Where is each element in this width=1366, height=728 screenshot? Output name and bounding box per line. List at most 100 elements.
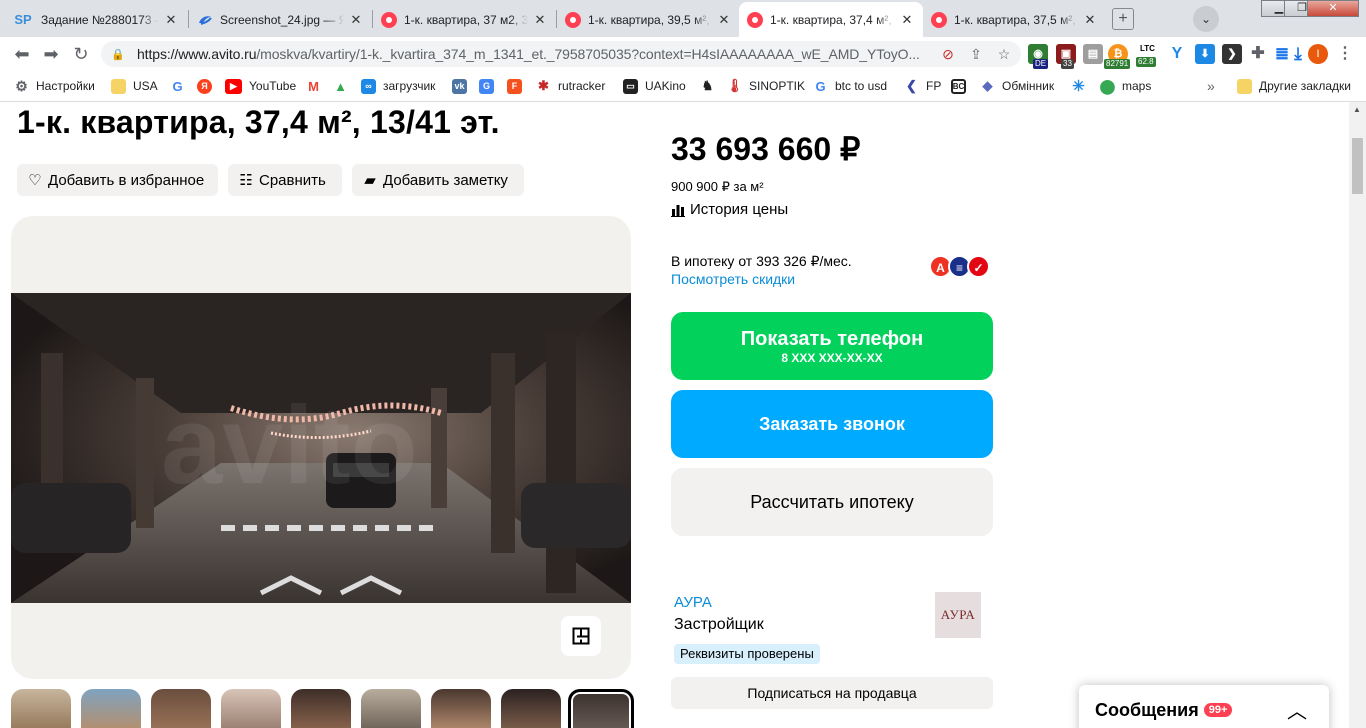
extensions-puzzle-icon[interactable]: ✚	[1248, 44, 1268, 64]
gallery-thumbnail[interactable]	[11, 689, 71, 728]
bookmark-settings[interactable]: ⚙ Настройки	[14, 77, 95, 95]
downloads-icon[interactable]: ⤓	[1288, 44, 1308, 64]
svg-text:avito: avito	[161, 384, 418, 507]
rutracker-icon: ✱	[538, 78, 549, 93]
chevron-up-icon[interactable]: ︿	[1287, 695, 1307, 724]
ltc-value: 62.8	[1136, 57, 1156, 67]
youtube-icon: ▶	[225, 78, 242, 94]
gallery-thumbnail[interactable]	[291, 689, 351, 728]
tab-search-button[interactable]: ⌄	[1193, 6, 1219, 32]
bookmark-f[interactable]: F	[507, 77, 529, 95]
close-icon[interactable]: ✕	[1082, 12, 1098, 28]
gallery-thumbnail[interactable]	[81, 689, 141, 728]
save-ext-icon[interactable]: ⬇	[1195, 44, 1215, 64]
new-tab-button[interactable]: +	[1112, 8, 1134, 30]
blocked-popup-icon[interactable]: ⊘	[937, 46, 959, 63]
lock-icon: 🔒	[111, 48, 125, 61]
gallery-thumbnail[interactable]	[431, 689, 491, 728]
thermometer-icon: 🌡	[726, 78, 743, 93]
photo-gallery[interactable]: avito	[11, 216, 631, 679]
bookmark-star-icon[interactable]: ☆	[993, 46, 1015, 63]
bookmark-vk[interactable]: vk	[452, 77, 474, 95]
price-per-m2: 900 900 ₽ за м²	[671, 179, 764, 194]
page-viewport: 1-к. квартира, 37,4 м², 13/41 эт. ♡ Добав…	[0, 102, 1349, 728]
show-phone-button[interactable]: Показать телефон 8 XXX XXX-XX-XX	[671, 312, 993, 380]
url-text[interactable]: https://www.avito.ru/moskva/kvartiry/1-k…	[137, 46, 937, 62]
bookmark-rutracker[interactable]: ✱ rutracker	[536, 77, 605, 95]
bookmark-drive[interactable]: ▲	[333, 77, 355, 95]
bookmark-maps[interactable]: ⬤ maps	[1100, 77, 1152, 95]
gallery-thumbnail[interactable]	[151, 689, 211, 728]
v-ext-icon[interactable]: Y	[1167, 44, 1187, 64]
bookmark-yandex[interactable]: Я	[197, 77, 219, 95]
bookmark-translate[interactable]: G	[479, 77, 501, 95]
view-discounts-link[interactable]: Посмотреть скидки	[671, 271, 795, 287]
order-call-button[interactable]: Заказать звонок	[671, 390, 993, 458]
main-photo[interactable]: avito	[11, 293, 631, 603]
window-close-button[interactable]: ✕	[1307, 0, 1359, 17]
scrollbar-thumb[interactable]	[1352, 138, 1363, 194]
tab-1[interactable]: SP Задание №2880173 - пр ✕	[4, 2, 187, 37]
vk-icon: vk	[452, 78, 467, 94]
tab-4[interactable]: 1-к. квартира, 39,5 м², 2 ✕	[557, 2, 740, 37]
arrow-ext-icon[interactable]: ❯	[1222, 44, 1242, 64]
seller-name-link[interactable]: АУРА	[674, 594, 712, 611]
bookmark-btc-to-usd[interactable]: Gbtc to usd	[813, 77, 887, 95]
bookmarks-bar: ⚙ Настройки USA G Я ▶ YouTube M ▲ ∞ загрузч…	[0, 71, 1366, 102]
share-icon[interactable]: ⇪	[965, 46, 987, 63]
scroll-up-arrow[interactable]: ▲	[1353, 105, 1361, 114]
folder-icon	[111, 78, 126, 94]
address-bar[interactable]: 🔒 https://www.avito.ru/moskva/kvartiry/1…	[101, 41, 1021, 67]
bookmark-gmail[interactable]: M	[306, 77, 328, 95]
chess-knight-icon: ♞	[701, 78, 714, 93]
gallery-thumbnail[interactable]	[361, 689, 421, 728]
add-to-favorites-button[interactable]: ♡ Добавить в избранное	[17, 164, 218, 196]
bookmark-bc[interactable]: BC	[951, 77, 973, 95]
messages-panel[interactable]: Сообщения 99+ ︿	[1079, 685, 1329, 728]
forward-button[interactable]: ➡	[40, 43, 62, 65]
compare-button[interactable]: ☷ Сравнить	[228, 164, 342, 196]
close-icon[interactable]: ✕	[716, 12, 732, 28]
seller-logo[interactable]: АУРА	[935, 592, 981, 638]
tab-3[interactable]: 1-к. квартира, 37 м2, 3/ ✕	[373, 2, 556, 37]
close-icon[interactable]: ✕	[899, 12, 915, 28]
bookmark-fp[interactable]: ❮ FP	[904, 77, 941, 95]
star-icon: ✳	[1072, 78, 1085, 95]
reload-button[interactable]: ↻	[70, 43, 92, 65]
tab-2[interactable]: Screenshot_24.jpg — Янд ✕	[189, 2, 372, 37]
bookmark-other[interactable]: Другие закладки	[1237, 77, 1351, 95]
bookmark-sinoptik[interactable]: 🌡 SINOPTIK	[726, 77, 805, 95]
menu-kebab-icon[interactable]: ⋮	[1335, 44, 1355, 64]
tab-title: Задание №2880173 - пр	[41, 12, 159, 27]
tab-title: 1-к. квартира, 37,4 м², 1	[770, 12, 895, 27]
bookmark-exchanger[interactable]: ◆ Обмінник	[980, 77, 1055, 95]
gallery-thumbnail[interactable]	[501, 689, 561, 728]
bookmark-chess[interactable]: ♞	[700, 77, 722, 95]
compare-icon: ☷	[239, 172, 253, 189]
floor-plan-button[interactable]	[561, 616, 601, 656]
tab-6[interactable]: 1-к. квартира, 37,5 м², 1 ✕	[923, 2, 1106, 37]
close-icon[interactable]: ✕	[532, 12, 548, 28]
verified-badge: Реквизиты проверены	[674, 644, 820, 664]
tab-5-active[interactable]: 1-к. квартира, 37,4 м², 1 ✕	[739, 2, 923, 37]
briefcase-ext-icon[interactable]: ▤	[1083, 44, 1103, 64]
calculate-mortgage-button[interactable]: Рассчитать ипотеку	[671, 468, 993, 536]
close-icon[interactable]: ✕	[163, 12, 179, 28]
page-scrollbar[interactable]: ▲	[1349, 102, 1366, 728]
bookmark-downloader[interactable]: ∞ загрузчик	[361, 77, 435, 95]
tab-title: 1-к. квартира, 37 м2, 3/	[404, 12, 528, 27]
close-icon[interactable]: ✕	[348, 12, 364, 28]
bookmark-youtube[interactable]: ▶ YouTube	[225, 77, 296, 95]
bookmark-uakino[interactable]: ▭ UAKino	[623, 77, 686, 95]
gallery-thumbnail[interactable]	[221, 689, 281, 728]
bookmark-kyivstar[interactable]: ✳	[1071, 77, 1093, 95]
bookmark-google[interactable]: G	[170, 77, 192, 95]
subscribe-seller-button[interactable]: Подписаться на продавца	[671, 677, 993, 709]
price-history-link[interactable]: История цены	[671, 201, 788, 218]
bookmark-usa[interactable]: USA	[111, 77, 158, 95]
back-button[interactable]: ⬅	[11, 43, 33, 65]
add-note-button[interactable]: ▰ Добавить заметку	[352, 164, 524, 196]
profile-avatar[interactable]: I	[1308, 44, 1328, 64]
gallery-thumbnail-selected[interactable]	[568, 689, 634, 728]
bookmarks-overflow-button[interactable]: »	[1207, 77, 1215, 95]
